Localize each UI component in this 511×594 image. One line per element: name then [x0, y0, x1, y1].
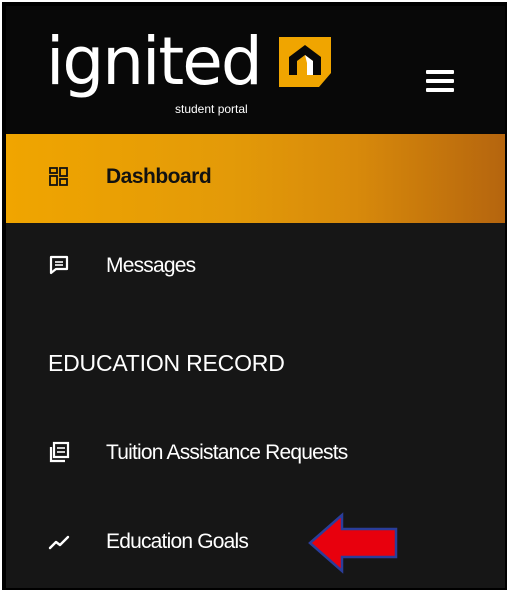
- hamburger-menu-icon[interactable]: [426, 66, 462, 98]
- sidebar-item-messages[interactable]: Messages: [6, 223, 505, 309]
- sidebar-item-label: Messages: [106, 254, 196, 277]
- left-arrow-annotation-icon: [308, 512, 398, 574]
- ignited-logo[interactable]: ignited student portal: [46, 20, 346, 130]
- logo-tagline: student portal: [175, 102, 248, 116]
- sidebar-item-label: Education Goals: [106, 530, 249, 553]
- section-heading-education-record: EDUCATION RECORD: [48, 350, 285, 376]
- sidebar: ignited student portal Dashboard Message…: [4, 4, 507, 590]
- logo-wordmark: ignited: [46, 23, 263, 100]
- trending-up-icon: [48, 535, 70, 550]
- sidebar-item-dashboard[interactable]: Dashboard: [6, 134, 505, 223]
- sidebar-item-label: Tuition Assistance Requests: [106, 441, 348, 464]
- sidebar-item-education-goals[interactable]: Education Goals: [6, 506, 505, 576]
- documents-icon: [49, 441, 70, 463]
- ignited-logo-mark-icon: [279, 37, 331, 87]
- sidebar-item-tuition-assistance[interactable]: Tuition Assistance Requests: [6, 416, 505, 486]
- message-icon: [49, 255, 69, 275]
- dashboard-icon: [49, 167, 68, 186]
- sidebar-header: ignited student portal: [6, 6, 505, 134]
- sidebar-item-label: Dashboard: [106, 165, 212, 188]
